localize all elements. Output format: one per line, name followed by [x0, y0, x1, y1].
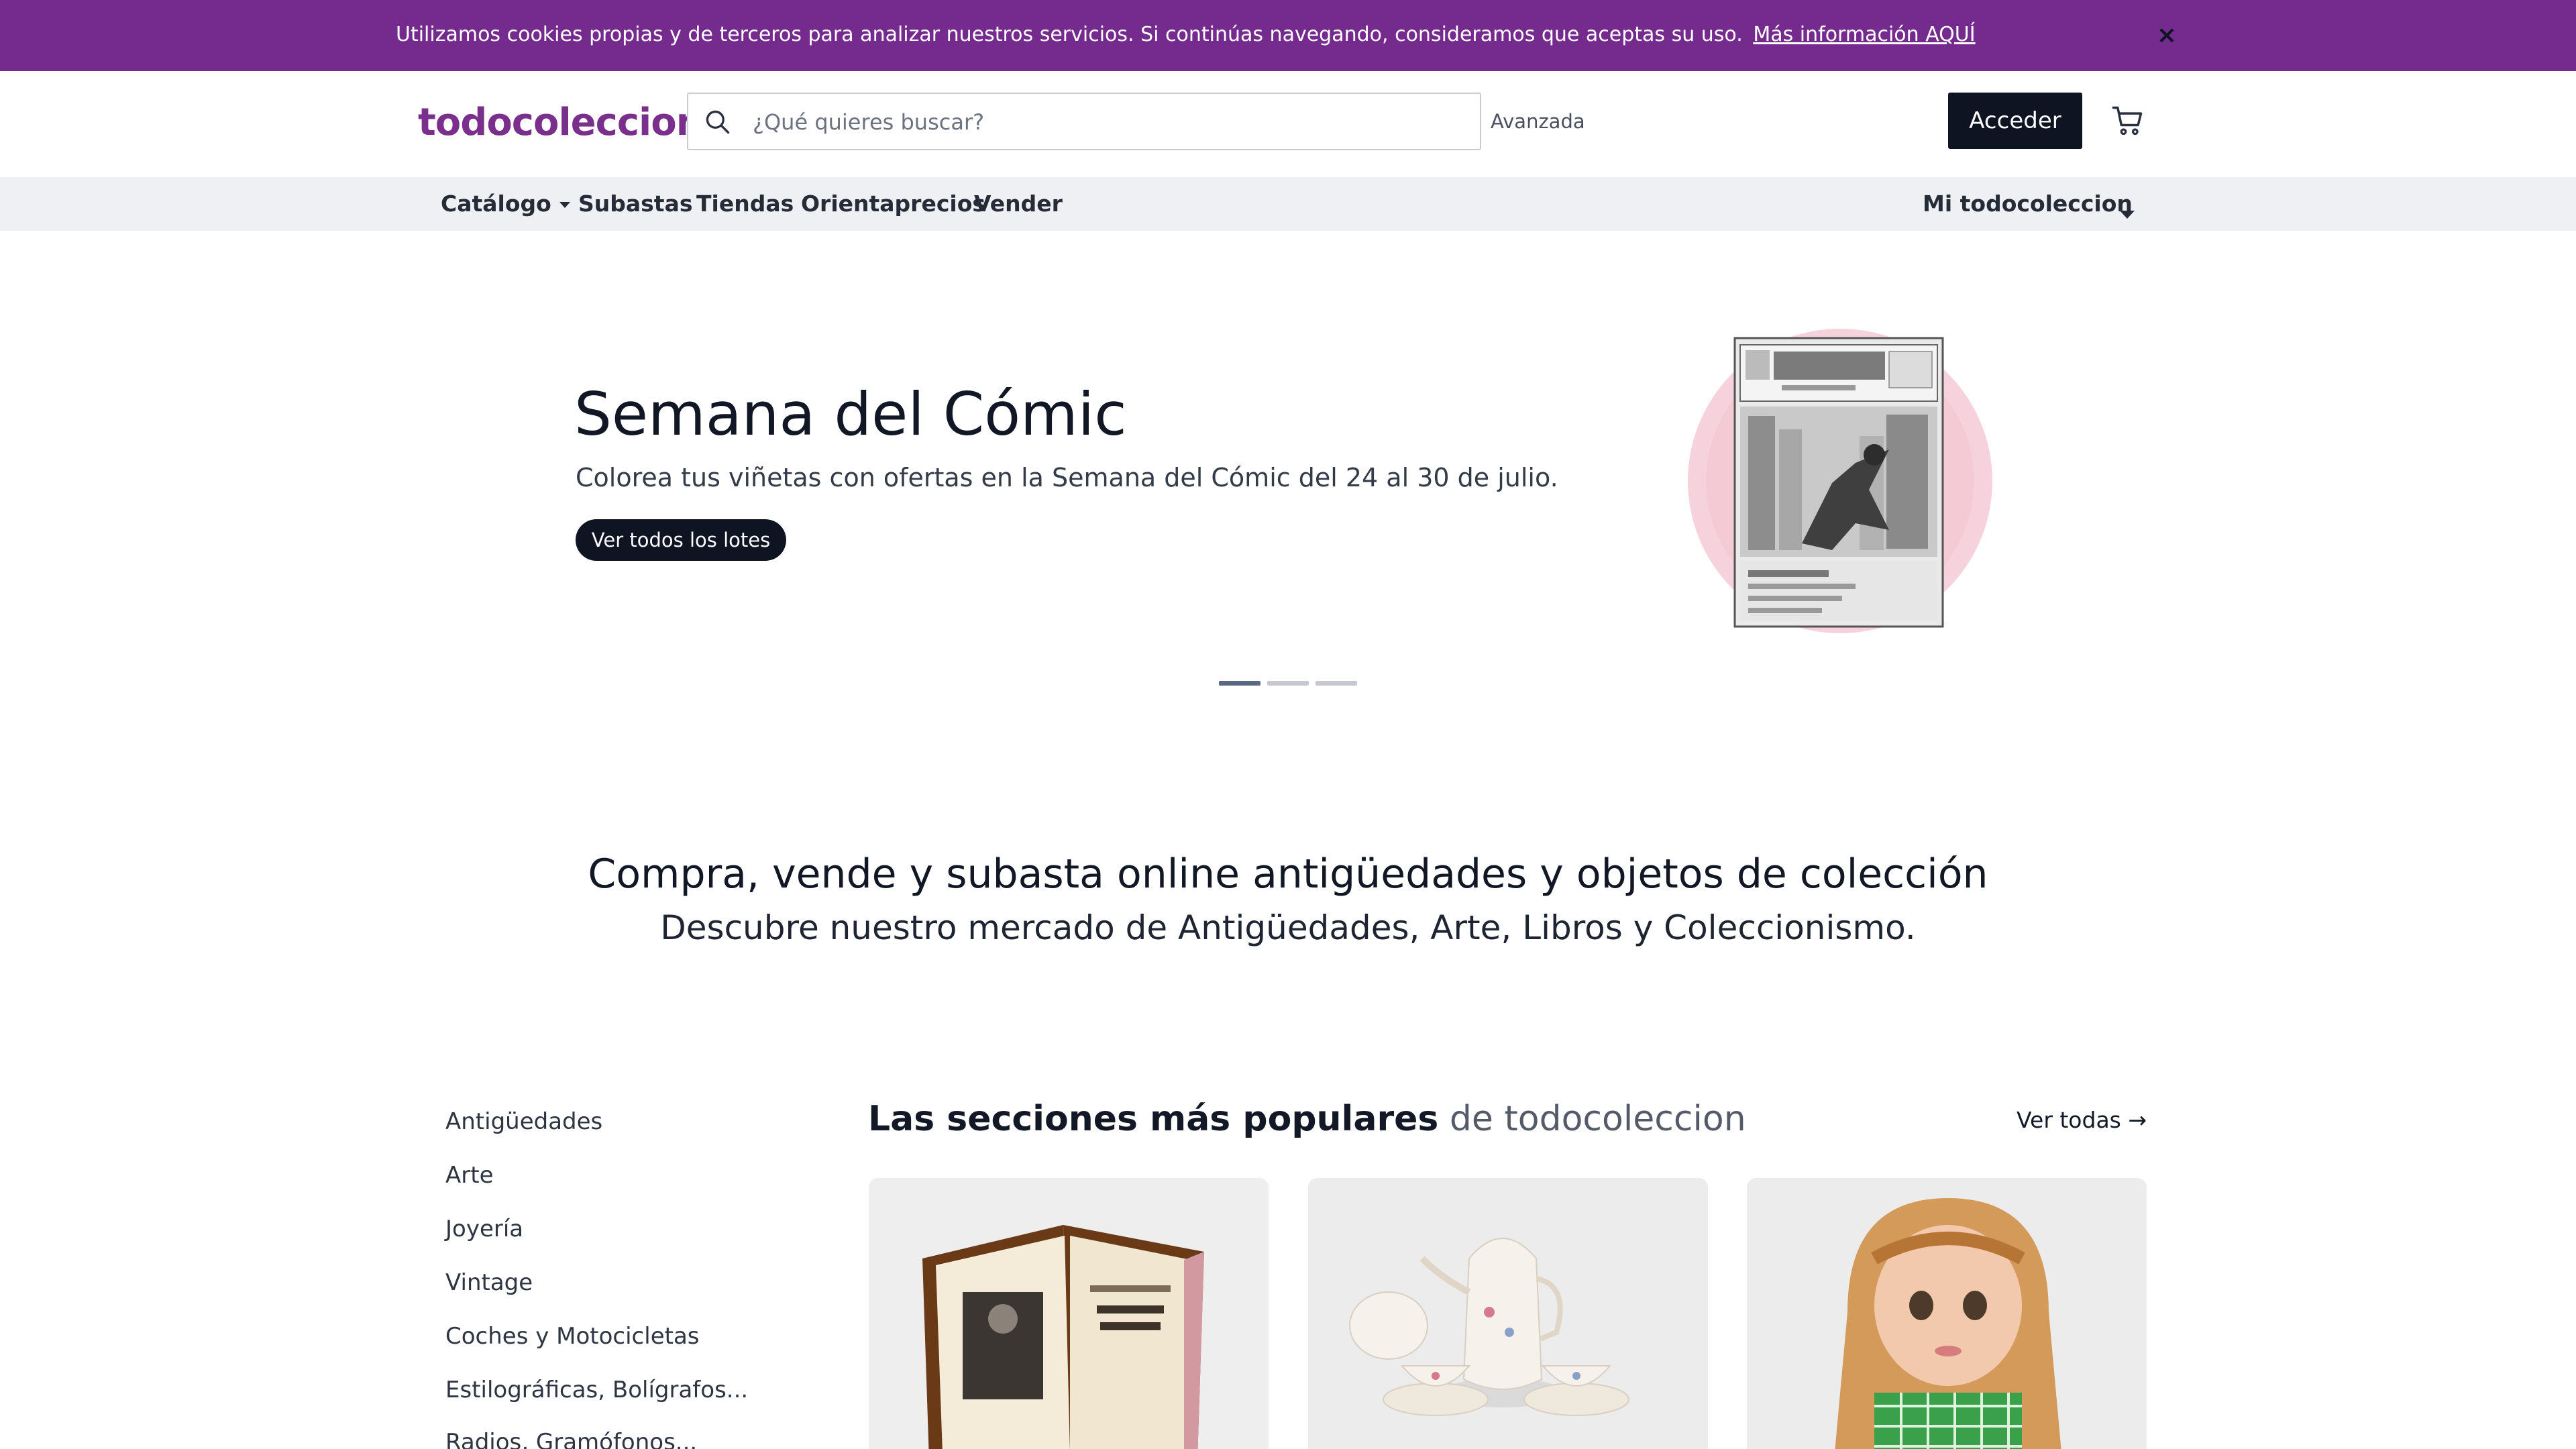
category-item-joyeria[interactable]: Joyería [445, 1216, 523, 1242]
search-icon[interactable] [703, 107, 733, 137]
category-item-coches[interactable]: Coches y Motocicletas [445, 1323, 700, 1350]
popular-card-books[interactable] [869, 1178, 1269, 1449]
tagline-subtitle: Descubre nuestro mercado de Antigüedades… [660, 908, 1916, 947]
search-box[interactable] [687, 93, 1481, 150]
main-nav: Catálogo Subastas Tiendas Orientaprecios… [0, 177, 2576, 231]
popular-card-dolls[interactable] [1747, 1178, 2147, 1449]
category-item-antiguedades[interactable]: Antigüedades [445, 1108, 602, 1135]
popular-sections-title: Las secciones más populares de todocolec… [868, 1099, 1746, 1139]
account-dropdown-toggle[interactable] [2120, 200, 2135, 226]
popular-card-porcelain[interactable] [1308, 1178, 1708, 1449]
nav-item-label: Catálogo [441, 191, 551, 217]
logo[interactable]: todocoleccion [418, 101, 703, 144]
advanced-search-link[interactable]: Avanzada [1491, 110, 1585, 133]
carousel-dot-3[interactable] [1316, 681, 1357, 686]
search-input[interactable] [753, 106, 1464, 138]
cookie-text: Utilizamos cookies propias y de terceros… [396, 23, 1743, 46]
nav-item-subastas[interactable]: Subastas [578, 191, 692, 217]
doll-image [1747, 1178, 2147, 1449]
category-item-vintage[interactable]: Vintage [445, 1269, 533, 1296]
cookie-close-button[interactable]: × [2153, 20, 2180, 51]
category-item-estilograficas[interactable]: Estilográficas, Bolígrafos... [445, 1377, 748, 1403]
see-all-sections-link[interactable]: Ver todas → [2017, 1107, 2147, 1133]
chevron-down-icon [2120, 210, 2135, 219]
nav-item-catalogo[interactable]: Catálogo [441, 191, 570, 217]
chevron-down-icon [559, 202, 570, 208]
category-item-arte[interactable]: Arte [445, 1162, 494, 1189]
carousel-dot-2[interactable] [1267, 681, 1309, 686]
nav-item-mi-todocoleccion[interactable]: Mi todocoleccion [1923, 191, 2133, 217]
book-image [869, 1178, 1269, 1449]
tagline-title: Compra, vende y subasta online antigüeda… [588, 851, 1988, 898]
popular-title-light: de todocoleccion [1449, 1099, 1746, 1139]
category-item-radios[interactable]: Radios, Gramófonos... [445, 1429, 697, 1449]
cookie-message: Utilizamos cookies propias y de terceros… [396, 23, 1976, 46]
cart-icon[interactable] [2110, 103, 2145, 138]
site-header: todocoleccion Avanzada Acceder [0, 71, 2576, 177]
hero-comic-image [1688, 329, 1992, 633]
carousel-dot-1[interactable] [1219, 681, 1260, 686]
nav-item-orientaprecios[interactable]: Orientaprecios [801, 191, 985, 217]
cookie-more-info-link[interactable]: Más información AQUÍ [1753, 23, 1975, 46]
nav-item-tiendas[interactable]: Tiendas [696, 191, 794, 217]
hero-title: Semana del Cómic [574, 380, 1127, 449]
login-button[interactable]: Acceder [1948, 93, 2082, 149]
tea-set-image [1308, 1178, 1708, 1449]
see-all-lots-button[interactable]: Ver todos los lotes [576, 519, 786, 561]
popular-title-strong: Las secciones más populares [868, 1099, 1439, 1139]
hero-subtitle: Colorea tus viñetas con ofertas en la Se… [576, 463, 1558, 492]
nav-item-vender[interactable]: Vender [974, 191, 1063, 217]
cookie-banner: Utilizamos cookies propias y de terceros… [0, 0, 2576, 71]
